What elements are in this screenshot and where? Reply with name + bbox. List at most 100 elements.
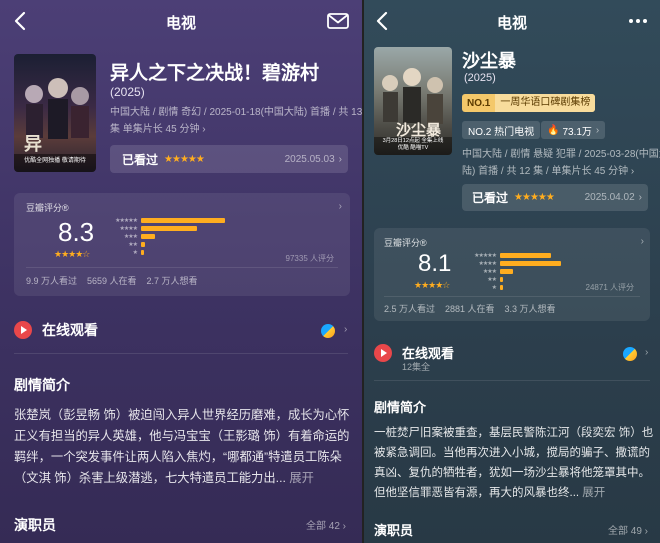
dist-track	[141, 218, 281, 223]
youku-icon[interactable]	[321, 324, 335, 338]
poster-image[interactable]: 沙尘暴 3月28日12点起 全集上线 优酷 酷喵TV	[374, 47, 452, 155]
rating-dist-row: ★	[468, 284, 610, 291]
poster-caption-3: 优酷 酷喵TV	[397, 144, 429, 151]
synopsis-text[interactable]: 一桩焚尸旧案被重查，基层民警陈江河（段奕宏 饰）也被紧急调回。当他再次进入小城，…	[374, 423, 654, 503]
seen-label: 已看过	[472, 191, 509, 205]
dist-stars-label: ★	[132, 250, 138, 256]
rating-dist-row: ★★★	[109, 233, 281, 240]
dist-stars-label: ★★	[487, 277, 497, 283]
youku-icon[interactable]	[623, 347, 637, 361]
seen-bar[interactable]: 已看过 ★★★★★ 2025.05.03 ›	[110, 145, 348, 173]
rating-dist-row: ★★★	[468, 268, 610, 275]
dist-bar	[141, 218, 225, 223]
cast-title: 演职员	[374, 523, 414, 538]
back-chevron-icon[interactable]	[10, 10, 32, 32]
expand-link[interactable]: 展开	[582, 487, 605, 499]
rating-dist-row: ★★	[468, 276, 610, 283]
movie-meta[interactable]: 中国大陆 / 剧情 悬疑 犯罪 / 2025-03-28(中国大 陆) 首播 /…	[462, 146, 660, 180]
dist-bar	[500, 277, 503, 282]
divider	[14, 353, 348, 354]
svg-text:异: 异	[24, 134, 42, 155]
synopsis-title: 剧情简介	[14, 377, 70, 393]
left-screen: 电视 异 优酷全网独播 敬请期待 异人之下之决战！碧游村 (2025) 中国大陆…	[0, 0, 362, 543]
back-chevron-icon[interactable]	[372, 10, 394, 32]
rating-stars: ★★★★☆	[54, 249, 90, 259]
dist-track	[141, 242, 281, 247]
right-screen: 电视 沙尘暴 3月28日12点起 全集上线 优酷 酷喵TV 沙尘暴 (2025)…	[364, 0, 660, 543]
rank-badge-1[interactable]: NO.1 一周华语口碑剧集榜	[462, 94, 596, 112]
dist-track	[141, 226, 281, 231]
rating-divider	[384, 296, 640, 297]
synopsis-text[interactable]: 张楚岚（彭昱畅 饰）被迫闯入异人世界经历磨难，成长为心怀正义有担当的异人英雄，他…	[14, 405, 350, 489]
rank-2-text: NO.2 热门电视	[468, 126, 535, 138]
dist-stars-label: ★★★	[123, 234, 138, 240]
watch-online-row[interactable]: 在线观看	[14, 320, 98, 340]
episodes-note: 12集全	[402, 362, 431, 372]
meta-line-2: 陆) 首播 / 共 12 集 / 单集片长 45 分钟 ›	[462, 166, 635, 177]
my-rating-stars: ★★★★★	[514, 192, 555, 203]
rating-divider	[26, 267, 338, 268]
dist-bar	[141, 234, 156, 239]
mail-icon[interactable]	[326, 10, 350, 32]
rating-stats: 2.5 万人看过 2881 人在看 3.3 万人想看	[384, 304, 556, 314]
my-rating-stars: ★★★★★	[164, 153, 205, 165]
cast-all-link[interactable]: 全部 42 ›	[306, 517, 346, 532]
dist-track	[500, 269, 610, 274]
dist-track	[500, 253, 610, 258]
dist-track	[500, 285, 610, 290]
top-bar: 电视	[0, 0, 362, 44]
dist-bar	[500, 285, 503, 290]
synopsis-body: 一桩焚尸旧案被重查，基层民警陈江河（段奕宏 饰）也被紧急调回。当他再次进入小城，…	[374, 427, 654, 499]
dist-bar	[500, 253, 551, 258]
rating-dist-row: ★★★★★	[109, 217, 281, 224]
dist-track	[500, 261, 610, 266]
movie-meta[interactable]: 中国大陆 / 剧情 奇幻 / 2025-01-18(中国大陆) 首播 / 共 1…	[110, 104, 362, 138]
seen-bar[interactable]: 已看过 ★★★★★ 2025.04.02 ›	[462, 184, 648, 211]
dist-stars-label: ★★★	[482, 269, 497, 275]
poster-caption: 优酷全网独播	[24, 158, 61, 164]
dist-track	[141, 250, 281, 255]
poster-caption-2: 敬请期待	[61, 158, 86, 164]
dist-bar	[500, 261, 561, 266]
movie-year: (2025)	[464, 72, 496, 84]
expand-link[interactable]: 展开	[289, 471, 314, 485]
rating-dist-row: ★★★★	[109, 225, 281, 232]
dist-track	[141, 234, 281, 239]
rating-dist-row: ★★★★★	[468, 252, 610, 259]
movie-title: 异人之下之决战！碧游村	[110, 63, 320, 84]
rating-dist-row: ★★	[109, 241, 281, 248]
more-icon[interactable]	[626, 10, 650, 32]
play-icon	[14, 321, 32, 339]
dist-bar	[141, 250, 144, 255]
rating-card[interactable]: 豆瓣评分® › 8.3 ★★★★☆ 97335 人评分 9.9 万人看过 565…	[14, 193, 350, 296]
chevron-right-icon: ›	[595, 124, 600, 136]
rating-card[interactable]: 豆瓣评分® › 8.1 ★★★★☆ 24871 人评分 2.5 万人看过 288…	[374, 228, 650, 321]
page-title: 电视	[496, 14, 527, 32]
dist-bar	[500, 269, 513, 274]
page-title: 电视	[165, 14, 196, 32]
rank-badge-2[interactable]: NO.2 热门电视	[462, 121, 541, 139]
dist-stars-label: ★★★★★	[115, 218, 138, 224]
play-icon	[374, 343, 392, 362]
meta-line-1: 中国大陆 / 剧情 悬疑 犯罪 / 2025-03-28(中国大	[462, 149, 660, 160]
rating-count: 97335 人评分	[285, 254, 334, 263]
chevron-right-icon: ›	[640, 236, 644, 247]
rating-dist-row: ★	[109, 249, 281, 256]
dist-stars-label: ★★★★	[478, 261, 497, 267]
rating-stats: 9.9 万人看过 5659 人在看 2.7 万人想看	[26, 276, 198, 286]
dist-stars-label: ★★★★★	[474, 253, 497, 259]
chevron-right-icon: ›	[338, 201, 342, 212]
synopsis-title: 剧情简介	[374, 400, 427, 415]
poster-image[interactable]: 异 优酷全网独播 敬请期待	[14, 54, 96, 172]
rating-label: 豆瓣评分®	[384, 238, 427, 248]
chevron-right-icon: ›	[645, 347, 649, 358]
movie-year: (2025)	[110, 85, 145, 99]
rating-score: 8.3	[58, 217, 95, 247]
heat-value: 73.1万	[562, 126, 592, 138]
seen-date: 2025.05.03	[284, 153, 335, 165]
top-bar: 电视	[364, 0, 660, 44]
cast-all-link[interactable]: 全部 49 ›	[608, 522, 648, 537]
heat-badge[interactable]: 🔥 73.1万 ›	[541, 121, 606, 139]
movie-title: 沙尘暴	[462, 51, 516, 71]
dist-stars-label: ★★	[128, 242, 138, 248]
